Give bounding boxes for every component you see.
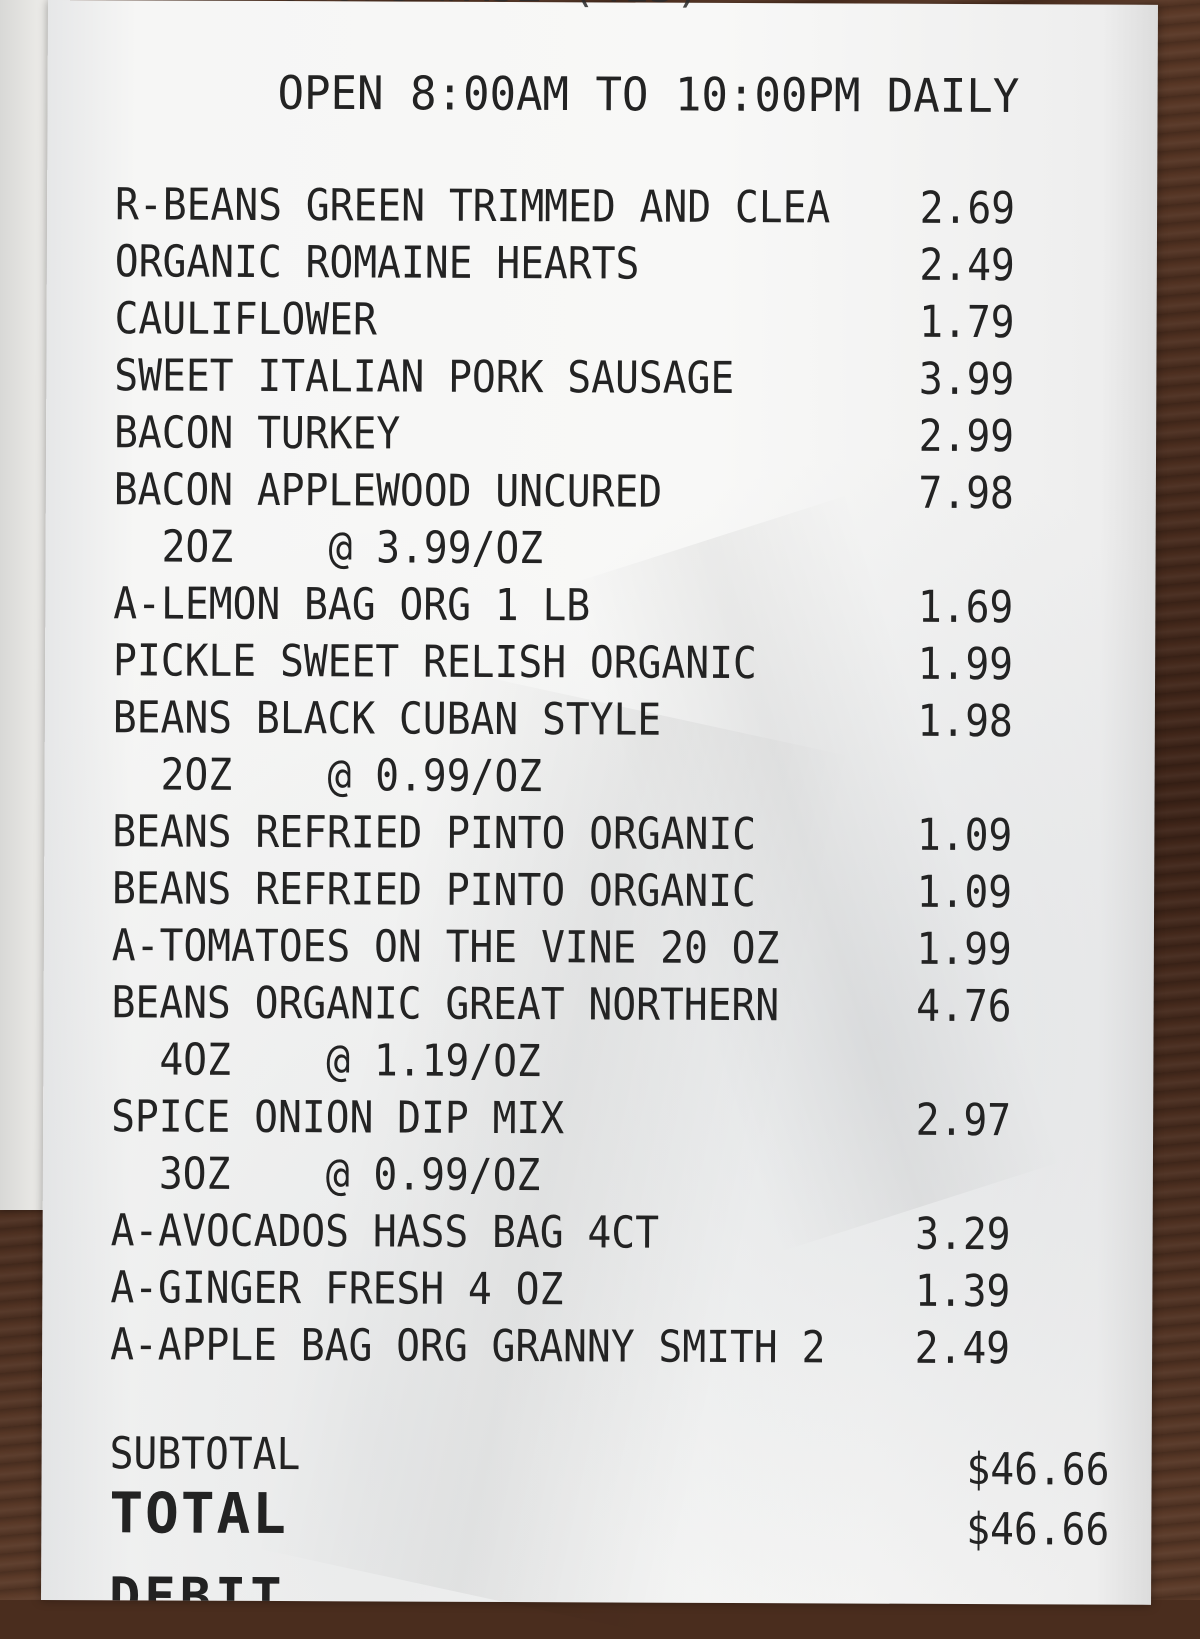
line-item: BEANS REFRIED PINTO ORGANIC 1.09 [112,860,1012,921]
item-name: A-APPLE BAG ORG GRANNY SMITH 2 [110,1319,826,1374]
line-item: A-APPLE BAG ORG GRANNY SMITH 2 2.49 [110,1316,1010,1377]
line-item: SPICE ONION DIP MIX 2.97 [111,1088,1011,1149]
item-name: BEANS ORGANIC GREAT NORTHERN [111,977,780,1032]
item-detail: 4OZ @ 1.19/OZ [159,1034,541,1088]
item-price: 1.98 [917,695,1013,748]
payment-method-cut: DEBIT [109,1568,286,1602]
line-item: A-TOMATOES ON THE VINE 20 OZ 1.99 [112,917,1012,978]
item-detail: 2OZ @ 0.99/OZ [160,749,543,803]
item-name: A-LEMON BAG ORG 1 LB [113,578,591,632]
item-price: 2.49 [914,1322,1011,1375]
item-detail-row: 4OZ @ 1.19/OZ [111,1031,1011,1092]
line-items: R-BEANS GREEN TRIMMED AND CLEA 2.69 ORGANI… [110,176,1015,1377]
item-price: 1.09 [916,866,1013,919]
item-name: R-BEANS GREEN TRIMMED AND CLEA [114,179,831,234]
line-item: CAULIFLOWER 1.79 [114,290,1014,351]
store-hours: OPEN 8:00AM TO 10:00PM DAILY [277,66,1020,124]
receipt-text: Store #A32 (415) OPEN 8:00AM TO 10:00PM … [41,0,1158,1605]
item-name: A-GINGER FRESH 4 OZ [110,1262,564,1316]
subtotal-row: SUBTOTAL $46.66 [109,1425,1110,1495]
item-price: 2.97 [915,1094,1012,1147]
line-item: ORGANIC ROMAINE HEARTS 2.49 [115,233,1015,294]
line-item: BEANS BLACK CUBAN STYLE 1.98 [113,689,1013,750]
line-item: BEANS REFRIED PINTO ORGANIC 1.09 [112,803,1012,864]
item-name: BEANS BLACK CUBAN STYLE [112,692,662,746]
line-item: A-AVOCADOS HASS BAG 4CT 3.29 [111,1202,1011,1263]
item-price: 3.29 [915,1208,1011,1261]
item-name: CAULIFLOWER [114,293,377,346]
item-price: 1.09 [916,809,1013,862]
item-name: PICKLE SWEET RELISH ORGANIC [113,635,757,690]
item-price: 1.99 [916,923,1012,976]
item-name: BACON TURKEY [114,407,401,460]
item-price: 3.99 [918,353,1015,406]
item-detail: 3OZ @ 0.99/OZ [158,1148,541,1202]
totals-section: SUBTOTAL $46.66 TOTAL $46.66 [109,1425,1110,1555]
store-header-cut: Store #A32 (415) [278,0,702,17]
item-detail: 2OZ @ 3.99/OZ [161,521,544,575]
item-price: 1.79 [919,296,1015,349]
item-name: BEANS REFRIED PINTO ORGANIC [112,806,757,861]
line-item: BACON TURKEY 2.99 [114,404,1014,465]
line-item: PICKLE SWEET RELISH ORGANIC 1.99 [113,632,1013,693]
item-detail-row: 3OZ @ 0.99/OZ [111,1145,1011,1206]
item-price: 1.99 [917,638,1014,691]
receipt: Store #A32 (415) OPEN 8:00AM TO 10:00PM … [41,0,1158,1637]
line-item: R-BEANS GREEN TRIMMED AND CLEA 2.69 [115,176,1015,237]
total-row: TOTAL $46.66 [109,1481,1109,1555]
line-item: A-GINGER FRESH 4 OZ 1.39 [110,1259,1010,1320]
item-name: A-AVOCADOS HASS BAG 4CT [110,1205,660,1259]
total-value: $46.66 [966,1504,1110,1556]
subtotal-label: SUBTOTAL [109,1428,301,1481]
item-price: 1.69 [917,581,1014,634]
item-name: A-TOMATOES ON THE VINE 20 OZ [111,920,780,975]
line-item: BACON APPLEWOOD UNCURED 7.98 [114,461,1014,522]
line-item: SWEET ITALIAN PORK SAUSAGE 3.99 [114,347,1014,408]
item-name: BEANS REFRIED PINTO ORGANIC [112,863,756,918]
line-item: BEANS ORGANIC GREAT NORTHERN 4.76 [112,974,1012,1035]
item-name: ORGANIC ROMAINE HEARTS [114,236,640,290]
item-price: 1.39 [914,1265,1011,1318]
total-label: TOTAL [109,1481,289,1548]
item-price: 4.76 [916,980,1012,1033]
item-name: BACON APPLEWOOD UNCURED [113,464,663,518]
item-price: 2.49 [919,239,1015,292]
item-detail-row: 2OZ @ 3.99/OZ [113,518,1013,579]
item-price: 2.69 [919,182,1016,235]
item-price: 7.98 [918,467,1014,520]
item-name: SWEET ITALIAN PORK SAUSAGE [114,350,735,404]
line-item: A-LEMON BAG ORG 1 LB 1.69 [113,575,1013,636]
item-detail-row: 2OZ @ 0.99/OZ [112,746,1012,807]
item-name: SPICE ONION DIP MIX [111,1091,565,1145]
item-price: 2.99 [918,410,1015,463]
